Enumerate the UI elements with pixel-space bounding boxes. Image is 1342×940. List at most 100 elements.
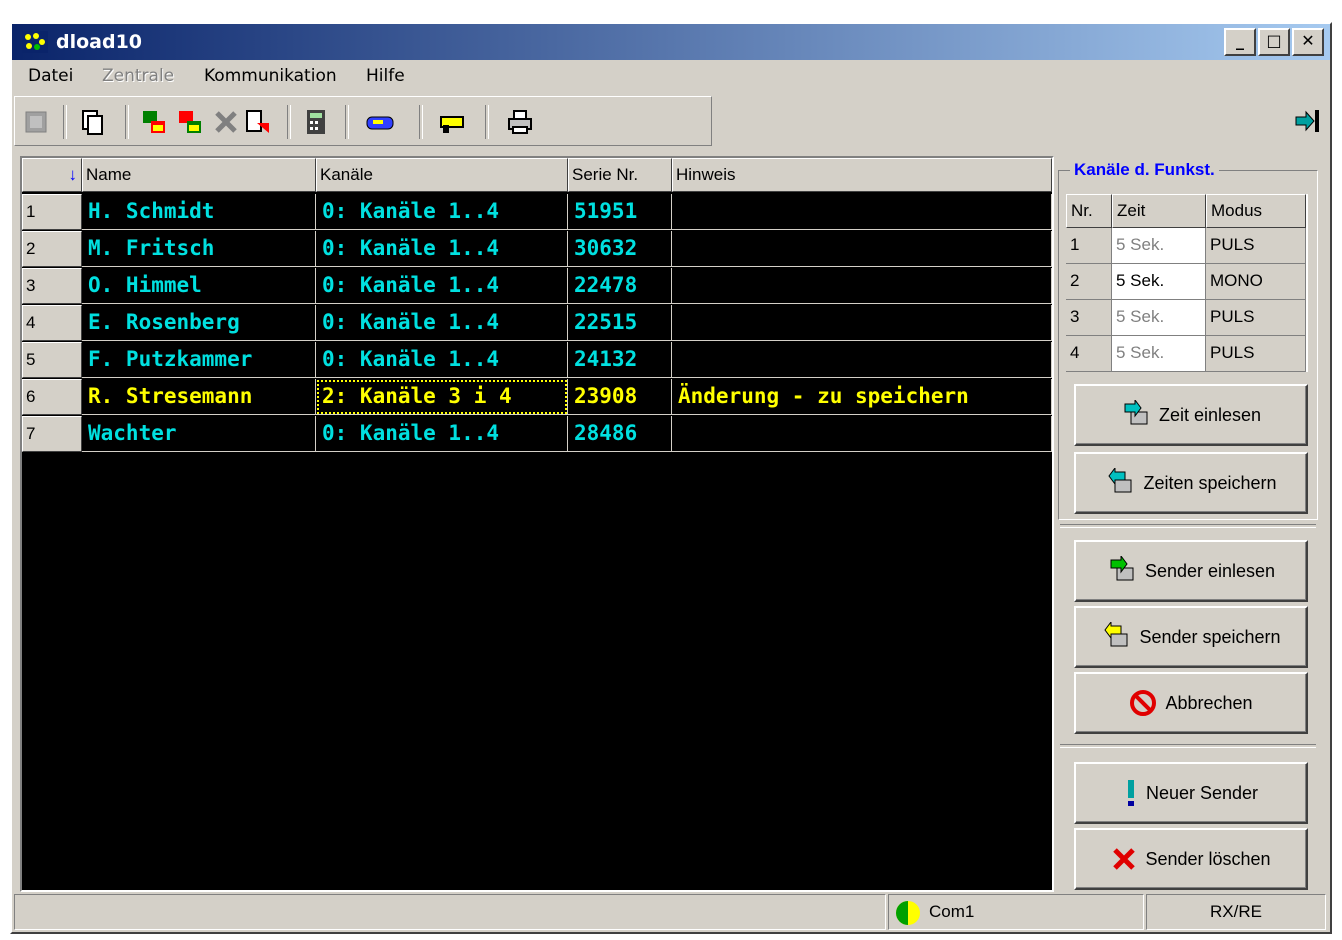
save-sender-icon [1104,622,1128,647]
write-icon[interactable] [175,107,205,137]
panel-divider [1060,744,1316,748]
header-hinweis[interactable]: Hinweis [672,158,1052,192]
header-name[interactable]: Name [82,158,316,192]
cell-serie[interactable]: 51951 [568,194,672,230]
cell-hinweis[interactable] [672,194,1052,230]
sender-einlesen-button[interactable]: Sender einlesen [1074,540,1308,602]
zeit-einlesen-button[interactable]: Zeit einlesen [1074,384,1308,446]
maximize-button[interactable]: □ [1258,28,1290,56]
copy-icon[interactable] [77,107,107,137]
channels-title: Kanäle d. Funkst. [1070,160,1219,180]
channel-cell-nr[interactable]: 3 [1066,300,1112,336]
exclamation-icon [1127,780,1134,806]
header-kanale[interactable]: Kanäle [316,158,568,192]
channel-cell-zeit[interactable]: 5 Sek. [1112,264,1206,300]
menu-hilfe[interactable]: Hilfe [366,66,405,86]
exit-icon[interactable] [1292,106,1322,136]
header-serie[interactable]: Serie Nr. [568,158,672,192]
cell-hinweis[interactable] [672,305,1052,341]
cell-serie[interactable]: 24132 [568,342,672,378]
gun-icon[interactable] [437,107,467,137]
cell-name[interactable]: H. Schmidt [82,194,316,230]
cell-serie[interactable]: 22478 [568,268,672,304]
cell-hinweis[interactable] [672,231,1052,267]
close-button[interactable]: ✕ [1292,28,1324,56]
channel-cell-modus[interactable]: PULS [1206,300,1306,336]
channels-header-nr: Nr. [1066,194,1112,228]
row-header[interactable]: 7 [22,416,82,452]
remote-icon[interactable] [365,107,395,137]
toolbar [14,96,712,146]
cell-kanale[interactable]: 0: Kanäle 1..4 [316,268,568,304]
toolbar-separator [125,105,129,139]
menu-kommunikation[interactable]: Kommunikation [204,66,337,86]
chip-icon [25,111,47,133]
cell-serie[interactable]: 22515 [568,305,672,341]
sender-speichern-button[interactable]: Sender speichern [1074,606,1308,668]
cell-name[interactable]: M. Fritsch [82,231,316,267]
cell-hinweis[interactable] [672,416,1052,452]
channel-cell-zeit[interactable]: 5 Sek. [1112,300,1206,336]
delete-sender-icon [1113,848,1136,870]
row-header[interactable]: 1 [22,194,82,230]
row-header[interactable]: 6 [22,379,82,415]
cell-name[interactable]: O. Himmel [82,268,316,304]
sender-grid[interactable]: ↓ Name Kanäle Serie Nr. Hinweis 1 H. Schm… [20,156,1054,892]
sender-loeschen-button[interactable]: Sender löschen [1074,828,1308,890]
printer-icon[interactable] [505,107,535,137]
maximize-icon: □ [1266,31,1282,50]
window-title: dload10 [56,31,143,53]
row-header[interactable]: 3 [22,268,82,304]
cell-serie[interactable]: 23908 [568,379,672,415]
cell-kanale[interactable]: 0: Kanäle 1..4 [316,194,568,230]
channel-cell-zeit[interactable]: 5 Sek. [1112,336,1206,372]
app-icon [22,31,48,53]
cell-kanale[interactable]: 0: Kanäle 1..4 [316,416,568,452]
channels-header-zeit: Zeit [1112,194,1206,228]
minimize-icon: _ [1236,31,1244,50]
cell-kanale[interactable]: 2: Kanäle 3 i 4 [316,379,568,415]
channel-cell-modus[interactable]: PULS [1206,336,1306,372]
title-bar[interactable] [12,24,1330,60]
cell-hinweis[interactable] [672,268,1052,304]
row-header[interactable]: 5 [22,342,82,378]
cell-kanale[interactable]: 0: Kanäle 1..4 [316,305,568,341]
delete-icon[interactable] [211,107,241,137]
row-header[interactable]: 4 [22,305,82,341]
export-icon[interactable] [243,107,273,137]
channel-cell-modus[interactable]: MONO [1206,264,1306,300]
toolbar-separator [419,105,423,139]
cell-name[interactable]: Wachter [82,416,316,452]
close-icon: ✕ [1301,31,1315,50]
channel-cell-nr[interactable]: 1 [1066,228,1112,264]
connection-status-icon [896,901,920,925]
toolbar-separator [287,105,291,139]
abbrechen-button[interactable]: Abbrechen [1074,672,1308,734]
cell-kanale[interactable]: 0: Kanäle 1..4 [316,231,568,267]
cell-hinweis[interactable] [672,342,1052,378]
cell-kanale[interactable]: 0: Kanäle 1..4 [316,342,568,378]
neuer-sender-button[interactable]: Neuer Sender [1074,762,1308,824]
cell-serie[interactable]: 30632 [568,231,672,267]
cell-serie[interactable]: 28486 [568,416,672,452]
save-time-icon [1108,468,1132,493]
channels-table[interactable]: Nr. Zeit Modus 15 Sek. PULS 2 5 Sek. MONO 3 5 … [1066,194,1308,372]
read-icon[interactable] [139,107,169,137]
channel-cell-zeit[interactable]: 5 Sek. [1112,228,1206,264]
cell-name[interactable]: E. Rosenberg [82,305,316,341]
sort-indicator-header[interactable]: ↓ [22,158,82,192]
cell-name[interactable]: F. Putzkammer [82,342,316,378]
row-header[interactable]: 2 [22,231,82,267]
cell-name[interactable]: R. Stresemann [82,379,316,415]
toolbar-separator [345,105,349,139]
channel-cell-modus[interactable]: PULS [1206,228,1306,264]
minimize-button[interactable]: _ [1224,28,1256,56]
channel-cell-nr[interactable]: 4 [1066,336,1112,372]
menu-datei[interactable]: Datei [28,66,73,86]
zeiten-speichern-button[interactable]: Zeiten speichern [1074,452,1308,514]
read-sender-icon [1110,556,1134,581]
channel-cell-nr[interactable]: 2 [1066,264,1112,300]
calculator-icon[interactable] [301,107,331,137]
channels-header-modus: Modus [1206,194,1306,228]
cell-hinweis[interactable]: Änderung - zu speichern [672,379,1052,415]
